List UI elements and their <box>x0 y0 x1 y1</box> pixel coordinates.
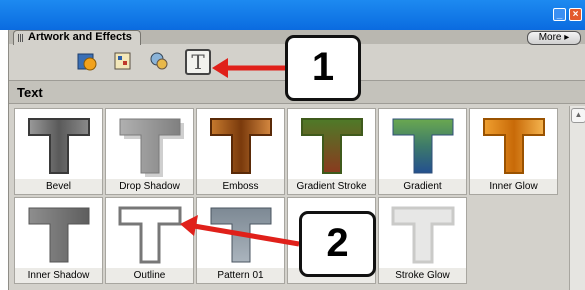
arrow-2 <box>180 215 300 247</box>
callout-1: 1 <box>285 35 361 101</box>
callout-2: 2 <box>299 211 376 277</box>
arrow-1 <box>212 58 285 78</box>
